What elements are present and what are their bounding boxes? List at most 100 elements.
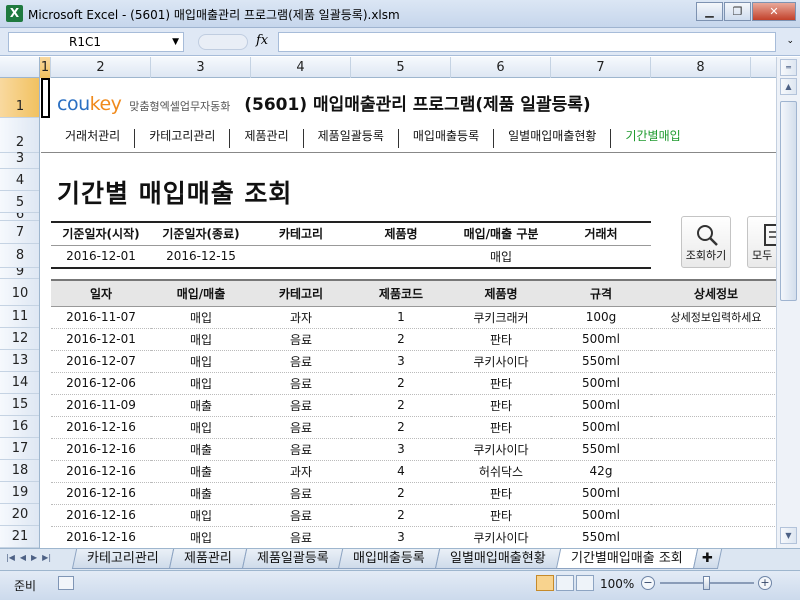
- filter-vendor[interactable]: [551, 245, 651, 269]
- row-header-8[interactable]: 8: [0, 244, 39, 268]
- filter-start-date[interactable]: 2016-12-01: [51, 245, 151, 269]
- cell-product-code[interactable]: 2: [351, 328, 451, 351]
- cell-details[interactable]: [651, 394, 776, 417]
- tab-transaction-register[interactable]: 매입매출등록: [338, 549, 441, 569]
- table-row[interactable]: 2016-12-16 매출 음료 2 판타 500ml: [51, 482, 776, 505]
- cell-type[interactable]: 매출: [151, 438, 251, 461]
- row-header-21[interactable]: 21: [0, 526, 39, 548]
- zoom-slider-thumb[interactable]: [703, 576, 710, 590]
- column-header-3[interactable]: 3: [151, 57, 251, 78]
- row-header-20[interactable]: 20: [0, 504, 39, 526]
- excel-icon[interactable]: X: [6, 5, 23, 22]
- cell-product-code[interactable]: 2: [351, 416, 451, 439]
- normal-view-icon[interactable]: [536, 575, 554, 591]
- row-header-4[interactable]: 4: [0, 169, 39, 191]
- row-header-6[interactable]: 6: [0, 213, 39, 221]
- cell-details[interactable]: [651, 460, 776, 483]
- cell-product-name[interactable]: 허쉬닥스: [451, 460, 551, 483]
- table-row[interactable]: 2016-12-16 매입 음료 3 쿠키사이다 550ml: [51, 526, 776, 548]
- cell-details[interactable]: [651, 482, 776, 505]
- cell-category[interactable]: 음료: [251, 504, 351, 527]
- row-header-16[interactable]: 16: [0, 416, 39, 438]
- zoom-level[interactable]: 100%: [600, 577, 634, 591]
- row-header-2[interactable]: 2: [0, 118, 39, 153]
- scroll-down-icon[interactable]: ▼: [780, 527, 797, 544]
- cell-date[interactable]: 2016-12-16: [51, 460, 151, 483]
- table-row[interactable]: 2016-12-01 매입 음료 2 판타 500ml: [51, 328, 776, 351]
- next-sheet-icon[interactable]: ▶: [31, 553, 37, 562]
- name-box[interactable]: R1C1 ▼: [8, 32, 184, 52]
- cell-product-name[interactable]: 판타: [451, 504, 551, 527]
- column-header-1[interactable]: 1: [40, 57, 51, 78]
- cell-product-name[interactable]: 판타: [451, 372, 551, 395]
- cell-type[interactable]: 매출: [151, 460, 251, 483]
- cell-details[interactable]: [651, 416, 776, 439]
- search-button[interactable]: 조회하기: [681, 216, 731, 268]
- cell-type[interactable]: 매입: [151, 306, 251, 329]
- cell-category[interactable]: 음료: [251, 482, 351, 505]
- cell-category[interactable]: 음료: [251, 526, 351, 548]
- first-sheet-icon[interactable]: |◀: [6, 553, 15, 562]
- cell-product-code[interactable]: 3: [351, 438, 451, 461]
- row-header-3[interactable]: 3: [0, 152, 39, 169]
- cell-details[interactable]: 상세정보입력하세요: [651, 306, 776, 329]
- cell-details[interactable]: [651, 350, 776, 373]
- tab-product-management[interactable]: 제품관리: [168, 549, 247, 569]
- cell-category[interactable]: 음료: [251, 350, 351, 373]
- cell-category[interactable]: 음료: [251, 416, 351, 439]
- column-header-7[interactable]: 7: [551, 57, 651, 78]
- row-header-12[interactable]: 12: [0, 328, 39, 350]
- split-box-icon[interactable]: ═: [780, 59, 797, 76]
- cell-category[interactable]: 음료: [251, 438, 351, 461]
- table-row[interactable]: 2016-12-07 매입 음료 3 쿠키사이다 550ml: [51, 350, 776, 373]
- row-header-1[interactable]: 1: [0, 78, 39, 118]
- nav-link-categories[interactable]: 카테고리관리: [134, 129, 229, 148]
- cell-type[interactable]: 매출: [151, 482, 251, 505]
- active-cell[interactable]: [41, 78, 50, 118]
- cell-spec[interactable]: 500ml: [551, 504, 651, 527]
- restore-button[interactable]: ❐: [724, 2, 751, 21]
- formula-input[interactable]: [278, 32, 776, 52]
- cell-product-code[interactable]: 3: [351, 526, 451, 548]
- row-header-11[interactable]: 11: [0, 306, 39, 328]
- cell-spec[interactable]: 500ml: [551, 394, 651, 417]
- cell-date[interactable]: 2016-12-16: [51, 416, 151, 439]
- table-row[interactable]: 2016-12-16 매입 음료 2 판타 500ml: [51, 416, 776, 439]
- filter-end-date[interactable]: 2016-12-15: [151, 245, 251, 269]
- cell-date[interactable]: 2016-12-16: [51, 482, 151, 505]
- cell-type[interactable]: 매입: [151, 328, 251, 351]
- cell-date[interactable]: 2016-12-01: [51, 328, 151, 351]
- nav-link-daily-status[interactable]: 일별매입매출현황: [493, 129, 610, 148]
- nav-link-products[interactable]: 제품관리: [229, 129, 302, 148]
- row-header-18[interactable]: 18: [0, 460, 39, 482]
- insert-function-icon[interactable]: fx: [256, 33, 268, 48]
- cell-date[interactable]: 2016-11-07: [51, 306, 151, 329]
- nav-link-bulk-register[interactable]: 제품일괄등록: [302, 129, 398, 148]
- cell-product-name[interactable]: 판타: [451, 394, 551, 417]
- cell-product-code[interactable]: 4: [351, 460, 451, 483]
- row-header-5[interactable]: 5: [0, 191, 39, 213]
- insert-sheet-tab[interactable]: ✚: [692, 549, 722, 569]
- show-all-button[interactable]: 모두: [747, 216, 776, 268]
- cell-spec[interactable]: 42g: [551, 460, 651, 483]
- scroll-up-icon[interactable]: ▲: [780, 78, 797, 95]
- worksheet-grid[interactable]: coukey 맞춤형엑셀업무자동화 (5601) 매입매출관리 프로그램(제품 …: [41, 78, 776, 548]
- cell-spec[interactable]: 500ml: [551, 416, 651, 439]
- cell-product-code[interactable]: 2: [351, 372, 451, 395]
- cell-type[interactable]: 매출: [151, 394, 251, 417]
- table-row[interactable]: 2016-12-16 매출 과자 4 허쉬닥스 42g: [51, 460, 776, 483]
- row-header-17[interactable]: 17: [0, 438, 39, 460]
- filter-type[interactable]: 매입: [451, 245, 551, 269]
- cell-spec[interactable]: 500ml: [551, 372, 651, 395]
- tab-category-management[interactable]: 카테고리관리: [71, 549, 174, 569]
- cell-product-name[interactable]: 판타: [451, 416, 551, 439]
- cell-spec[interactable]: 550ml: [551, 526, 651, 548]
- cell-spec[interactable]: 550ml: [551, 350, 651, 373]
- expand-formula-icon[interactable]: ⌄: [786, 36, 794, 46]
- cell-category[interactable]: 과자: [251, 460, 351, 483]
- row-header-10[interactable]: 10: [0, 279, 39, 306]
- cell-date[interactable]: 2016-12-07: [51, 350, 151, 373]
- zoom-in-icon[interactable]: +: [758, 576, 772, 590]
- table-row[interactable]: 2016-11-09 매출 음료 2 판타 500ml: [51, 394, 776, 417]
- cell-date[interactable]: 2016-12-16: [51, 438, 151, 461]
